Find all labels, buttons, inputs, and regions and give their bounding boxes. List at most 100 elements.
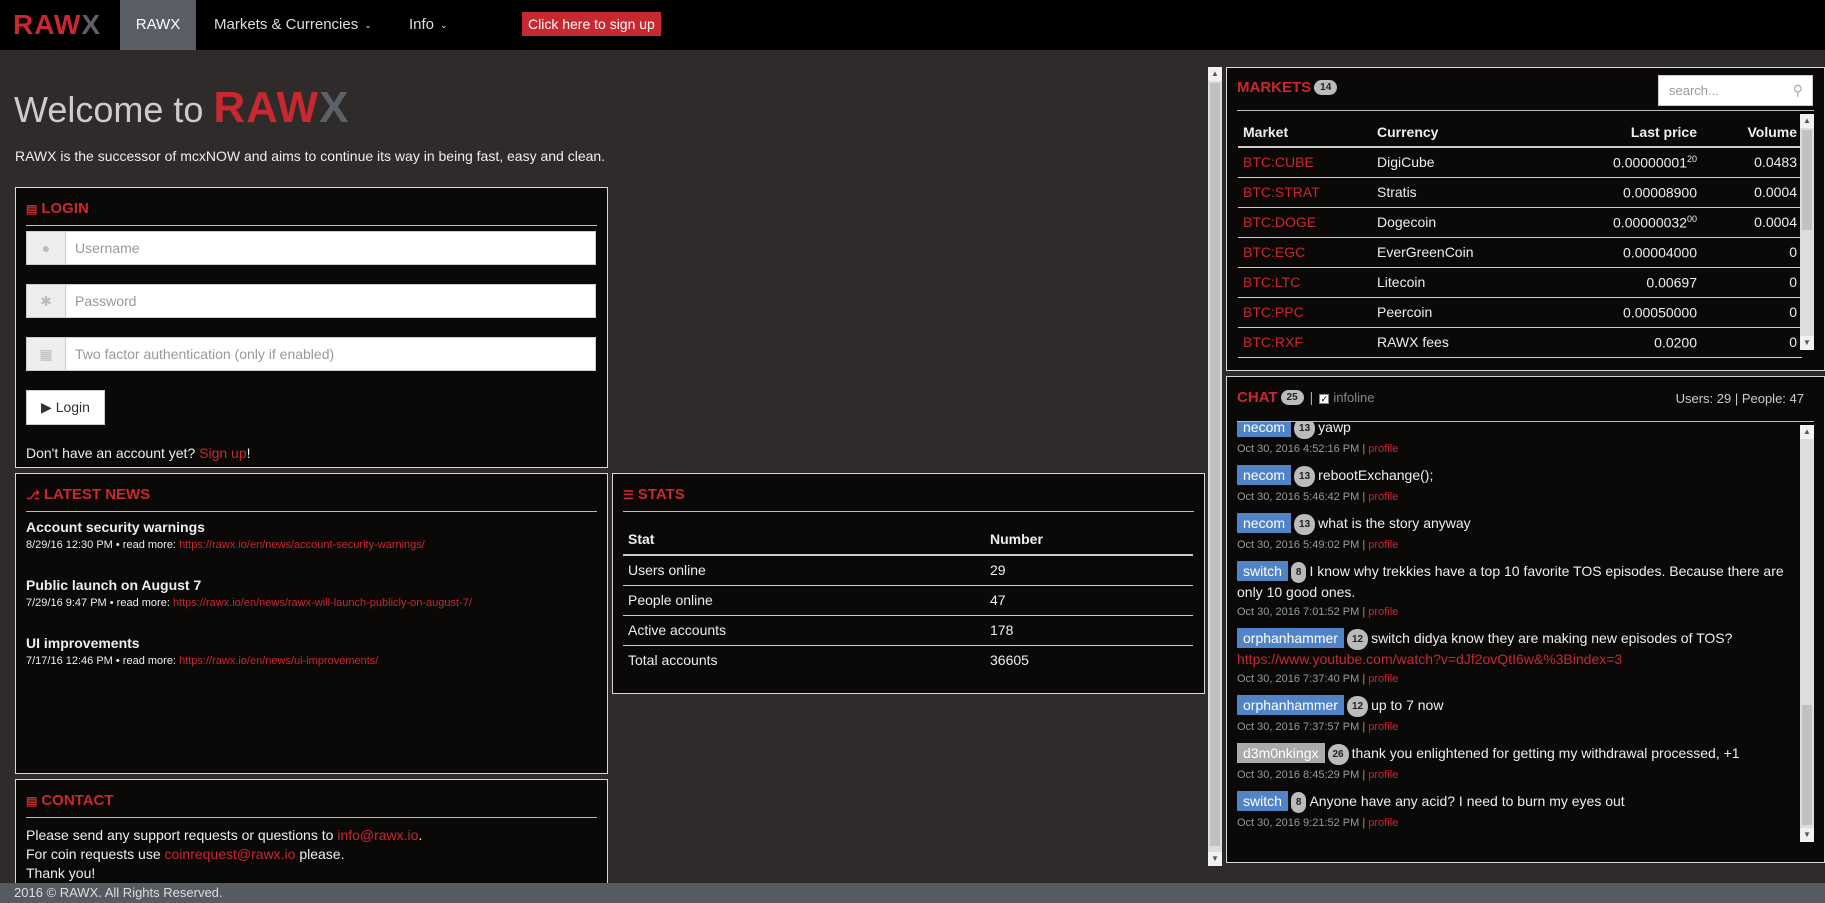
news-item: Account security warnings 8/29/16 12:30 … <box>26 519 425 551</box>
table-row[interactable]: BTC:RXF RAWX fees 0.0200 0 <box>1238 327 1802 358</box>
chat-username[interactable]: orphanhammer <box>1237 695 1344 715</box>
table-row[interactable]: BTC:EGC EverGreenCoin 0.00004000 0 <box>1238 237 1802 268</box>
column-header[interactable]: Last price <box>1542 118 1702 148</box>
market-link[interactable]: BTC:EGC <box>1238 237 1372 268</box>
password-input[interactable] <box>75 285 575 317</box>
chat-link[interactable]: https://www.youtube.com/watch?v=dJf2ovQt… <box>1237 651 1622 667</box>
price-value: 0.00050000 <box>1623 304 1697 321</box>
news-item-title: UI improvements <box>26 635 140 651</box>
intro-text: RAWX is the successor of mcxNOW and aims… <box>15 148 606 164</box>
login-panel: ▤LOGIN ● ✱ ▦ ▶ Login Don't have an accou… <box>15 187 608 468</box>
column-header[interactable]: Volume <box>1702 118 1802 148</box>
chat-scrollbar-thumb[interactable] <box>1802 705 1812 825</box>
price-value: 0.0200 <box>1654 334 1697 351</box>
price-value: 0.00004000 <box>1623 244 1697 261</box>
market-link[interactable]: BTC:DOGE <box>1238 207 1372 238</box>
profile-link[interactable]: profile <box>1368 817 1398 829</box>
asterisk-icon: ✱ <box>27 285 66 317</box>
column-header[interactable]: Currency <box>1372 118 1542 148</box>
market-link[interactable]: BTC:CUBE <box>1238 147 1372 178</box>
chevron-down-icon: ⌄ <box>364 20 372 30</box>
profile-link[interactable]: profile <box>1368 443 1398 455</box>
page-scrollbar[interactable]: ▲ ▼ <box>1208 67 1222 866</box>
stat-value: 29 <box>985 555 1193 586</box>
currency-name: Litecoin <box>1372 267 1542 298</box>
table-row[interactable]: BTC:LTC Litecoin 0.00697 0 <box>1238 267 1802 298</box>
coinrequest-email-link[interactable]: coinrequest@rawx.io <box>165 846 296 862</box>
news-item-date: 7/17/16 12:46 PM • read more: <box>26 655 180 667</box>
chat-text: yawp <box>1318 422 1351 435</box>
chat-username[interactable]: necom <box>1237 422 1292 437</box>
table-row[interactable]: BTC:STRAT Stratis 0.00008900 0.0004 <box>1238 177 1802 208</box>
nav-markets-currencies[interactable]: Markets & Currencies ⌄ <box>214 0 372 50</box>
market-link[interactable]: BTC:PPC <box>1238 297 1372 328</box>
profile-link[interactable]: profile <box>1368 539 1398 551</box>
chat-meta: Oct 30, 2016 9:21:52 PM | profile <box>1237 817 1399 829</box>
scroll-down-icon[interactable]: ▼ <box>1800 828 1814 842</box>
news-item-link[interactable]: https://rawx.io/en/news/account-security… <box>179 539 425 551</box>
table-row: People online 47 <box>623 585 1193 616</box>
table-row[interactable]: BTC:DOGE Dogecoin 0.0000003200 0.0004 <box>1238 207 1802 238</box>
table-row[interactable]: BTC:PPC Peercoin 0.00050000 0 <box>1238 297 1802 328</box>
chat-scrollbar[interactable]: ▲ ▼ <box>1800 425 1814 842</box>
user-rank-badge: 13 <box>1294 422 1316 439</box>
markets-title: MARKETS 14 <box>1237 79 1338 96</box>
scroll-up-icon[interactable]: ▲ <box>1800 425 1814 439</box>
news-item-link[interactable]: https://rawx.io/en/news/rawx-will-launch… <box>173 597 472 609</box>
column-header[interactable]: Market <box>1238 118 1372 148</box>
infoline-checkbox[interactable]: ✓ <box>1319 394 1330 404</box>
scroll-up-icon[interactable]: ▲ <box>1208 67 1222 81</box>
brand-logo[interactable]: RAWX <box>13 11 101 39</box>
search-icon[interactable]: ⚲ <box>1793 82 1803 99</box>
markets-scrollbar-thumb[interactable] <box>1802 130 1812 230</box>
market-link[interactable]: BTC:STRAT <box>1238 177 1372 208</box>
contact-title-text: CONTACT <box>41 792 114 809</box>
user-rank-badge: 13 <box>1294 466 1316 487</box>
chat-username[interactable]: necom <box>1237 465 1292 485</box>
support-email-link[interactable]: info@rawx.io <box>337 827 418 843</box>
market-link[interactable]: BTC:LTC <box>1238 267 1372 298</box>
currency-name: DigiCube <box>1372 147 1542 178</box>
signup-button[interactable]: Click here to sign up <box>522 12 661 36</box>
chat-meta: Oct 30, 2016 7:01:52 PM | profile <box>1237 606 1399 618</box>
volume: 0 <box>1702 297 1802 328</box>
volume: 0 <box>1702 327 1802 358</box>
table-row[interactable]: BTC:CUBE DigiCube 0.0000000120 0.0483 <box>1238 147 1802 178</box>
news-item-link[interactable]: https://rawx.io/en/news/ui-improvements/ <box>179 655 378 667</box>
chat-username[interactable]: switch <box>1237 791 1288 811</box>
username-input[interactable] <box>75 232 575 264</box>
scroll-up-icon[interactable]: ▲ <box>1800 114 1814 128</box>
profile-link[interactable]: profile <box>1368 769 1398 781</box>
twofa-input[interactable] <box>75 338 575 370</box>
profile-link[interactable]: profile <box>1368 721 1398 733</box>
chat-username[interactable]: orphanhammer <box>1237 628 1344 648</box>
news-item-title: Account security warnings <box>26 519 205 535</box>
profile-link[interactable]: profile <box>1368 673 1398 685</box>
market-search-input[interactable] <box>1669 76 1779 105</box>
chat-username[interactable]: necom <box>1237 513 1292 533</box>
news-item-title: Public launch on August 7 <box>26 577 202 593</box>
chat-meta: Oct 30, 2016 8:45:29 PM | profile <box>1237 769 1399 781</box>
brand-logo-x: X <box>81 9 102 40</box>
nav-info[interactable]: Info ⌄ <box>409 0 448 50</box>
market-link[interactable]: BTC:RXF <box>1238 327 1372 358</box>
page-scrollbar-thumb[interactable] <box>1210 83 1220 846</box>
chat-message: orphanhammer 12 switch didya know they are… <box>1237 628 1797 689</box>
profile-link[interactable]: profile <box>1368 606 1398 618</box>
login-button[interactable]: ▶ Login <box>26 390 105 425</box>
chat-text: what is the story anyway <box>1318 515 1471 531</box>
profile-link[interactable]: profile <box>1368 491 1398 503</box>
markets-scrollbar[interactable]: ▲ ▼ <box>1800 114 1814 350</box>
nav-home[interactable]: RAWX <box>120 0 196 50</box>
chat-username[interactable]: d3m0nkingx <box>1237 743 1325 763</box>
signup-link[interactable]: Sign up <box>199 445 246 461</box>
welcome-logo-x: X <box>319 83 350 132</box>
scroll-down-icon[interactable]: ▼ <box>1800 336 1814 350</box>
chat-message: necom 13 what is the story anyway Oct 30, 2… <box>1237 513 1797 555</box>
scroll-down-icon[interactable]: ▼ <box>1208 852 1222 866</box>
currency-name: RAWX fees <box>1372 327 1542 358</box>
no-account-prefix: Don't have an account yet? <box>26 445 200 461</box>
stat-name: Users online <box>623 555 985 586</box>
user-icon: ● <box>27 232 66 264</box>
chat-username[interactable]: switch <box>1237 561 1288 581</box>
